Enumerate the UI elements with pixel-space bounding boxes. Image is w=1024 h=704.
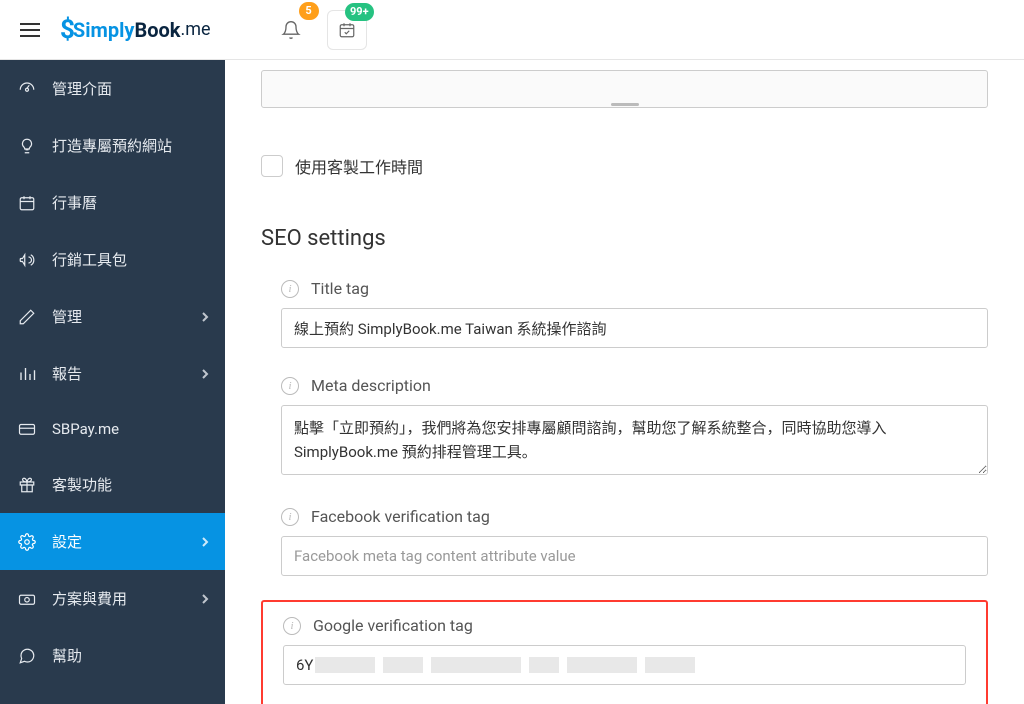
- google-tag-label: Google verification tag: [313, 616, 473, 635]
- sidebar-item-pencil[interactable]: 管理: [0, 288, 225, 345]
- meta-description-input[interactable]: 點擊「立即預約」，我們將為您安排專屬顧問諮詢，幫助您了解系統整合，同時協助您導入…: [281, 405, 988, 475]
- sidebar-item-label: 客製功能: [52, 474, 112, 495]
- chevron-right-icon: [201, 368, 209, 380]
- money-icon: [18, 590, 36, 608]
- sidebar-item-dashboard[interactable]: 管理介面: [0, 60, 225, 117]
- resize-handle-icon[interactable]: [595, 101, 655, 107]
- bell-icon: [281, 20, 301, 40]
- content-area: 使用客製工作時間 SEO settings i Title tag i Meta…: [225, 60, 1024, 704]
- chevron-right-icon: [201, 311, 209, 323]
- bulb-icon: [18, 137, 36, 155]
- sidebar-item-label: 管理介面: [52, 78, 112, 99]
- google-tag-highlight: i Google verification tag 6Y: [261, 600, 988, 704]
- info-icon[interactable]: i: [281, 280, 299, 298]
- facebook-tag-label: Facebook verification tag: [311, 507, 490, 526]
- calendar-icon: [18, 194, 36, 212]
- field-facebook-tag: i Facebook verification tag: [261, 507, 988, 576]
- sidebar-item-gear[interactable]: 設定: [0, 513, 225, 570]
- sidebar-item-calendar[interactable]: 行事曆: [0, 174, 225, 231]
- info-icon[interactable]: i: [283, 617, 301, 635]
- sidebar-item-label: 報告: [52, 363, 82, 384]
- sidebar-item-gift[interactable]: 客製功能: [0, 456, 225, 513]
- dashboard-icon: [18, 80, 36, 98]
- sidebar-item-chat[interactable]: 幫助: [0, 627, 225, 684]
- megaphone-icon: [18, 251, 36, 269]
- barchart-icon: [18, 365, 36, 383]
- pencil-icon: [18, 308, 36, 326]
- field-meta-description: i Meta description 點擊「立即預約」，我們將為您安排專屬顧問諮…: [261, 376, 988, 479]
- calendar-check-icon: [338, 21, 356, 39]
- sidebar-item-bulb[interactable]: 打造專屬預約網站: [0, 117, 225, 174]
- sidebar-item-label: 行事曆: [52, 192, 97, 213]
- custom-hours-label: 使用客製工作時間: [295, 154, 423, 178]
- sidebar: 管理介面打造專屬預約網站行事曆行銷工具包管理報告 SBPay.me 客製功能設定方案…: [0, 60, 225, 704]
- collapsed-panel[interactable]: [261, 70, 988, 108]
- info-icon[interactable]: i: [281, 377, 299, 395]
- chevron-right-icon: [201, 593, 209, 605]
- sidebar-item-money[interactable]: 方案與費用: [0, 570, 225, 627]
- logo[interactable]: $ SimplyBook.me: [60, 18, 211, 42]
- card-icon: [18, 420, 36, 438]
- title-tag-label: Title tag: [311, 279, 369, 298]
- notifications-badge: 5: [299, 2, 319, 20]
- sidebar-item-label: 方案與費用: [52, 588, 127, 609]
- sidebar-item-label: 打造專屬預約網站: [52, 135, 172, 156]
- menu-toggle[interactable]: [14, 23, 46, 37]
- chat-icon: [18, 647, 36, 665]
- topbar: $ SimplyBook.me 5 99+: [0, 0, 1024, 60]
- google-tag-input[interactable]: 6Y: [283, 645, 966, 685]
- sidebar-item-label: SBPay.me: [52, 420, 119, 438]
- chevron-right-icon: [201, 536, 209, 548]
- sidebar-item-label: 行銷工具包: [52, 249, 127, 270]
- title-tag-input[interactable]: [281, 308, 988, 348]
- sidebar-item-barchart[interactable]: 報告: [0, 345, 225, 402]
- sidebar-item-label: 幫助: [52, 645, 82, 666]
- sidebar-item-label: 管理: [52, 306, 82, 327]
- section-title-seo: SEO settings: [261, 226, 988, 251]
- info-icon[interactable]: i: [281, 508, 299, 526]
- meta-description-label: Meta description: [311, 376, 431, 395]
- gift-icon: [18, 476, 36, 494]
- field-title-tag: i Title tag: [261, 279, 988, 348]
- gear-icon: [18, 533, 36, 551]
- facebook-tag-input[interactable]: [281, 536, 988, 576]
- notifications-button[interactable]: 5: [271, 10, 311, 50]
- tasks-button[interactable]: 99+: [327, 10, 367, 50]
- sidebar-item-megaphone[interactable]: 行銷工具包: [0, 231, 225, 288]
- tasks-badge: 99+: [345, 3, 374, 21]
- sidebar-item-card[interactable]: SBPay.me: [0, 402, 225, 456]
- sidebar-item-label: 設定: [52, 531, 82, 552]
- custom-hours-checkbox[interactable]: [261, 155, 283, 177]
